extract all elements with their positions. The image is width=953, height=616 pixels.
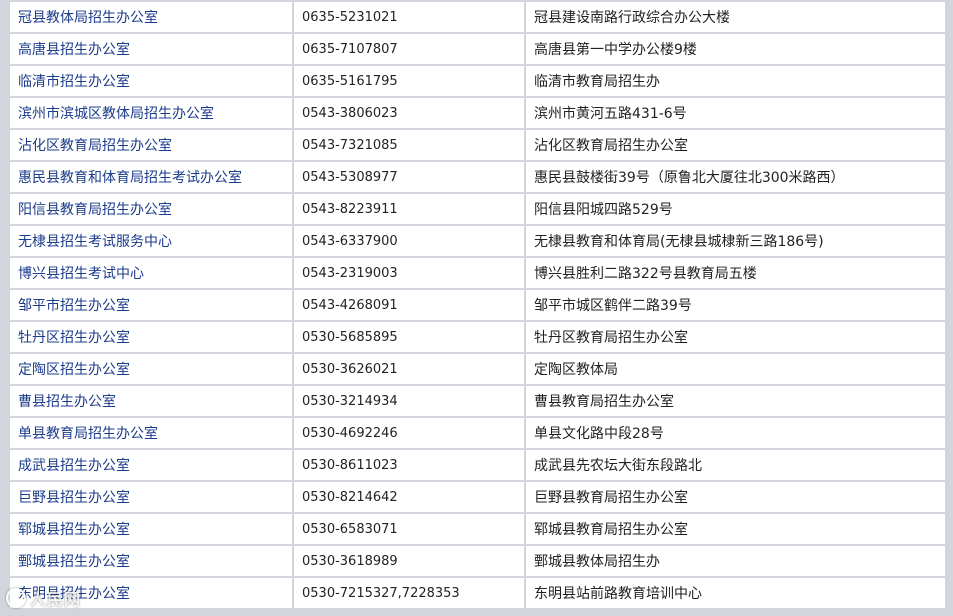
address-cell: 滨州市黄河五路431-6号	[526, 98, 945, 128]
office-name-cell[interactable]: 曹县招生办公室	[10, 386, 292, 416]
address-cell: 巨野县教育局招生办公室	[526, 482, 945, 512]
office-name-cell[interactable]: 巨野县招生办公室	[10, 482, 292, 512]
address-cell: 郓城县教育局招生办公室	[526, 514, 945, 544]
office-name-cell[interactable]: 冠县教体局招生办公室	[10, 2, 292, 32]
office-name-cell[interactable]: 沾化区教育局招生办公室	[10, 130, 292, 160]
table-row: 博兴县招生考试中心 0543-2319003 博兴县胜利二路322号县教育局五楼	[10, 258, 945, 288]
table-row: 东明县招生办公室 0530-7215327,7228353 东明县站前路教育培训中心	[10, 578, 945, 608]
table-row: 高唐县招生办公室 0635-7107807 高唐县第一中学办公楼9楼	[10, 34, 945, 64]
address-cell: 临清市教育局招生办	[526, 66, 945, 96]
office-name-cell[interactable]: 邹平市招生办公室	[10, 290, 292, 320]
admissions-office-table-container: 冠县教体局招生办公室 0635-5231021 冠县建设南路行政综合办公大楼 高唐县招…	[0, 0, 953, 616]
table-row: 鄄城县招生办公室 0530-3618989 鄄城县教体局招生办	[10, 546, 945, 576]
phone-cell: 0543-8223911	[294, 194, 524, 224]
table-row: 曹县招生办公室 0530-3214934 曹县教育局招生办公室	[10, 386, 945, 416]
address-cell: 沾化区教育局招生办公室	[526, 130, 945, 160]
address-cell: 博兴县胜利二路322号县教育局五楼	[526, 258, 945, 288]
phone-cell: 0635-5231021	[294, 2, 524, 32]
office-name-cell[interactable]: 牡丹区招生办公室	[10, 322, 292, 352]
phone-cell: 0543-6337900	[294, 226, 524, 256]
address-cell: 曹县教育局招生办公室	[526, 386, 945, 416]
address-cell: 阳信县阳城四路529号	[526, 194, 945, 224]
phone-cell: 0543-7321085	[294, 130, 524, 160]
phone-cell: 0543-2319003	[294, 258, 524, 288]
table-row: 邹平市招生办公室 0543-4268091 邹平市城区鹤伴二路39号	[10, 290, 945, 320]
table-row: 成武县招生办公室 0530-8611023 成武县先农坛大街东段路北	[10, 450, 945, 480]
table-row: 滨州市滨城区教体局招生办公室 0543-3806023 滨州市黄河五路431-6号	[10, 98, 945, 128]
admissions-office-table: 冠县教体局招生办公室 0635-5231021 冠县建设南路行政综合办公大楼 高唐县招…	[8, 0, 947, 610]
address-cell: 牡丹区教育局招生办公室	[526, 322, 945, 352]
address-cell: 惠民县鼓楼街39号（原鲁北大厦往北300米路西）	[526, 162, 945, 192]
address-cell: 冠县建设南路行政综合办公大楼	[526, 2, 945, 32]
office-name-cell[interactable]: 博兴县招生考试中心	[10, 258, 292, 288]
watermark: 人民网	[6, 586, 81, 610]
table-row: 阳信县教育局招生办公室 0543-8223911 阳信县阳城四路529号	[10, 194, 945, 224]
phone-cell: 0635-7107807	[294, 34, 524, 64]
office-name-cell[interactable]: 鄄城县招生办公室	[10, 546, 292, 576]
watermark-text: 人民网	[30, 590, 82, 609]
office-name-cell[interactable]: 阳信县教育局招生办公室	[10, 194, 292, 224]
table-row: 郓城县招生办公室 0530-6583071 郓城县教育局招生办公室	[10, 514, 945, 544]
office-name-cell[interactable]: 无棣县招生考试服务中心	[10, 226, 292, 256]
address-cell: 无棣县教育和体育局(无棣县城棣新三路186号)	[526, 226, 945, 256]
address-cell: 高唐县第一中学办公楼9楼	[526, 34, 945, 64]
office-name-cell[interactable]: 惠民县教育和体育局招生考试办公室	[10, 162, 292, 192]
table-row: 牡丹区招生办公室 0530-5685895 牡丹区教育局招生办公室	[10, 322, 945, 352]
phone-cell: 0530-3618989	[294, 546, 524, 576]
phone-cell: 0530-8214642	[294, 482, 524, 512]
address-cell: 成武县先农坛大街东段路北	[526, 450, 945, 480]
phone-cell: 0543-3806023	[294, 98, 524, 128]
address-cell: 单县文化路中段28号	[526, 418, 945, 448]
phone-cell: 0543-5308977	[294, 162, 524, 192]
phone-cell: 0530-6583071	[294, 514, 524, 544]
table-body: 冠县教体局招生办公室 0635-5231021 冠县建设南路行政综合办公大楼 高唐县招…	[10, 2, 945, 608]
table-row: 临清市招生办公室 0635-5161795 临清市教育局招生办	[10, 66, 945, 96]
phone-cell: 0543-4268091	[294, 290, 524, 320]
table-row: 无棣县招生考试服务中心 0543-6337900 无棣县教育和体育局(无棣县城棣新三…	[10, 226, 945, 256]
phone-cell: 0530-3214934	[294, 386, 524, 416]
phone-cell: 0530-4692246	[294, 418, 524, 448]
phone-cell: 0635-5161795	[294, 66, 524, 96]
phone-cell: 0530-5685895	[294, 322, 524, 352]
office-name-cell[interactable]: 郓城县招生办公室	[10, 514, 292, 544]
address-cell: 东明县站前路教育培训中心	[526, 578, 945, 608]
phone-cell: 0530-7215327,7228353	[294, 578, 524, 608]
office-name-cell[interactable]: 高唐县招生办公室	[10, 34, 292, 64]
table-row: 单县教育局招生办公室 0530-4692246 单县文化路中段28号	[10, 418, 945, 448]
table-row: 惠民县教育和体育局招生考试办公室 0543-5308977 惠民县鼓楼街39号（原鲁…	[10, 162, 945, 192]
table-row: 定陶区招生办公室 0530-3626021 定陶区教体局	[10, 354, 945, 384]
table-row: 巨野县招生办公室 0530-8214642 巨野县教育局招生办公室	[10, 482, 945, 512]
watermark-logo-icon	[6, 588, 26, 608]
address-cell: 邹平市城区鹤伴二路39号	[526, 290, 945, 320]
address-cell: 定陶区教体局	[526, 354, 945, 384]
address-cell: 鄄城县教体局招生办	[526, 546, 945, 576]
office-name-cell[interactable]: 滨州市滨城区教体局招生办公室	[10, 98, 292, 128]
office-name-cell[interactable]: 单县教育局招生办公室	[10, 418, 292, 448]
phone-cell: 0530-3626021	[294, 354, 524, 384]
office-name-cell[interactable]: 成武县招生办公室	[10, 450, 292, 480]
phone-cell: 0530-8611023	[294, 450, 524, 480]
office-name-cell[interactable]: 临清市招生办公室	[10, 66, 292, 96]
office-name-cell[interactable]: 定陶区招生办公室	[10, 354, 292, 384]
table-row: 冠县教体局招生办公室 0635-5231021 冠县建设南路行政综合办公大楼	[10, 2, 945, 32]
table-row: 沾化区教育局招生办公室 0543-7321085 沾化区教育局招生办公室	[10, 130, 945, 160]
